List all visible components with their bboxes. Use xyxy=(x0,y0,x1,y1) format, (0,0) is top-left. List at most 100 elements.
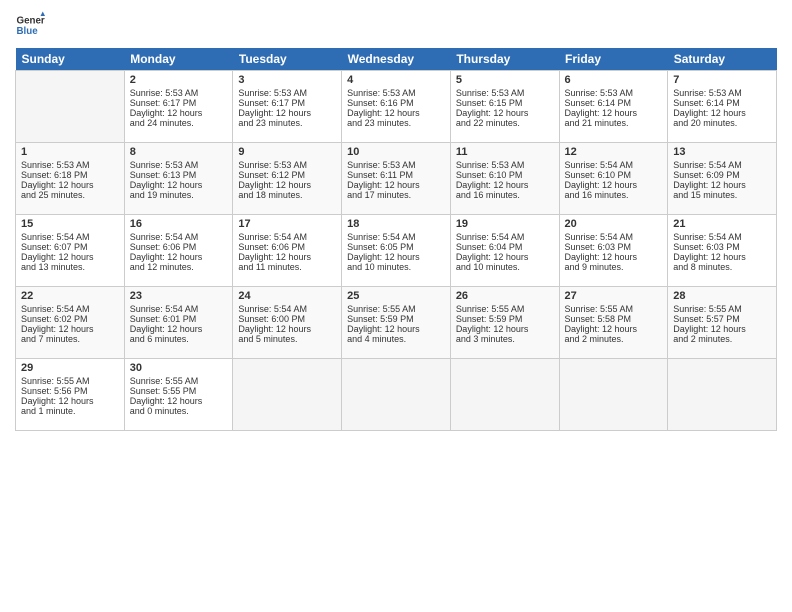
calendar-cell: 12Sunrise: 5:54 AMSunset: 6:10 PMDayligh… xyxy=(559,143,668,215)
day-info: Sunrise: 5:53 AM xyxy=(456,160,554,170)
day-info: and 16 minutes. xyxy=(456,190,554,200)
day-info: Sunrise: 5:54 AM xyxy=(130,304,228,314)
day-info: Sunset: 6:06 PM xyxy=(238,242,336,252)
calendar-cell: 13Sunrise: 5:54 AMSunset: 6:09 PMDayligh… xyxy=(668,143,777,215)
day-number: 27 xyxy=(565,290,663,302)
day-info: Daylight: 12 hours xyxy=(456,180,554,190)
day-info: Sunset: 6:18 PM xyxy=(21,170,119,180)
day-info: Daylight: 12 hours xyxy=(130,252,228,262)
day-info: Sunset: 6:11 PM xyxy=(347,170,445,180)
col-header-wednesday: Wednesday xyxy=(342,48,451,71)
day-info: Sunrise: 5:53 AM xyxy=(673,88,771,98)
day-number: 9 xyxy=(238,146,336,158)
day-number: 23 xyxy=(130,290,228,302)
day-number: 25 xyxy=(347,290,445,302)
day-info: and 8 minutes. xyxy=(673,262,771,272)
day-info: Sunrise: 5:54 AM xyxy=(238,232,336,242)
header: General Blue xyxy=(15,10,777,40)
day-info: Daylight: 12 hours xyxy=(238,180,336,190)
calendar-cell xyxy=(559,359,668,431)
day-info: Sunrise: 5:54 AM xyxy=(565,160,663,170)
calendar-cell: 4Sunrise: 5:53 AMSunset: 6:16 PMDaylight… xyxy=(342,71,451,143)
day-info: Sunset: 5:58 PM xyxy=(565,314,663,324)
day-info: and 11 minutes. xyxy=(238,262,336,272)
day-info: Sunrise: 5:54 AM xyxy=(130,232,228,242)
calendar-cell: 27Sunrise: 5:55 AMSunset: 5:58 PMDayligh… xyxy=(559,287,668,359)
day-info: Daylight: 12 hours xyxy=(565,180,663,190)
day-info: Sunset: 6:07 PM xyxy=(21,242,119,252)
day-info: Daylight: 12 hours xyxy=(238,324,336,334)
calendar-cell: 21Sunrise: 5:54 AMSunset: 6:03 PMDayligh… xyxy=(668,215,777,287)
day-number: 7 xyxy=(673,74,771,86)
day-info: and 21 minutes. xyxy=(565,118,663,128)
day-info: Daylight: 12 hours xyxy=(456,108,554,118)
day-info: Sunset: 6:16 PM xyxy=(347,98,445,108)
day-info: Sunset: 6:01 PM xyxy=(130,314,228,324)
day-info: Daylight: 12 hours xyxy=(130,108,228,118)
day-info: Daylight: 12 hours xyxy=(130,180,228,190)
day-number: 20 xyxy=(565,218,663,230)
day-info: Daylight: 12 hours xyxy=(673,252,771,262)
day-number: 10 xyxy=(347,146,445,158)
calendar-cell: 6Sunrise: 5:53 AMSunset: 6:14 PMDaylight… xyxy=(559,71,668,143)
day-info: Daylight: 12 hours xyxy=(130,396,228,406)
day-info: Daylight: 12 hours xyxy=(673,108,771,118)
calendar-cell xyxy=(668,359,777,431)
day-number: 4 xyxy=(347,74,445,86)
calendar-cell xyxy=(16,71,125,143)
svg-text:Blue: Blue xyxy=(17,26,39,37)
day-number: 30 xyxy=(130,362,228,374)
day-info: Daylight: 12 hours xyxy=(21,324,119,334)
day-info: Sunrise: 5:54 AM xyxy=(21,304,119,314)
day-info: Daylight: 12 hours xyxy=(347,252,445,262)
day-info: Sunset: 6:05 PM xyxy=(347,242,445,252)
day-info: and 6 minutes. xyxy=(130,334,228,344)
day-info: and 5 minutes. xyxy=(238,334,336,344)
calendar-cell: 16Sunrise: 5:54 AMSunset: 6:06 PMDayligh… xyxy=(124,215,233,287)
day-info: and 25 minutes. xyxy=(21,190,119,200)
calendar-table: SundayMondayTuesdayWednesdayThursdayFrid… xyxy=(15,48,777,431)
day-info: and 0 minutes. xyxy=(130,406,228,416)
day-info: Daylight: 12 hours xyxy=(456,324,554,334)
day-info: Sunset: 6:04 PM xyxy=(456,242,554,252)
day-info: Daylight: 12 hours xyxy=(565,324,663,334)
day-info: Sunrise: 5:55 AM xyxy=(347,304,445,314)
calendar-cell: 11Sunrise: 5:53 AMSunset: 6:10 PMDayligh… xyxy=(450,143,559,215)
day-info: Sunset: 6:15 PM xyxy=(456,98,554,108)
day-info: and 12 minutes. xyxy=(130,262,228,272)
day-info: Sunset: 6:00 PM xyxy=(238,314,336,324)
day-info: Daylight: 12 hours xyxy=(347,180,445,190)
day-info: Sunrise: 5:54 AM xyxy=(347,232,445,242)
week-row-1: 1Sunrise: 5:53 AMSunset: 6:18 PMDaylight… xyxy=(16,143,777,215)
calendar-cell: 18Sunrise: 5:54 AMSunset: 6:05 PMDayligh… xyxy=(342,215,451,287)
day-info: Daylight: 12 hours xyxy=(238,108,336,118)
col-header-sunday: Sunday xyxy=(16,48,125,71)
day-info: Sunrise: 5:53 AM xyxy=(565,88,663,98)
day-info: Sunset: 6:12 PM xyxy=(238,170,336,180)
calendar-cell: 20Sunrise: 5:54 AMSunset: 6:03 PMDayligh… xyxy=(559,215,668,287)
day-info: Sunrise: 5:53 AM xyxy=(347,160,445,170)
day-info: and 2 minutes. xyxy=(673,334,771,344)
calendar-cell: 9Sunrise: 5:53 AMSunset: 6:12 PMDaylight… xyxy=(233,143,342,215)
day-number: 8 xyxy=(130,146,228,158)
calendar-cell xyxy=(450,359,559,431)
day-info: Sunrise: 5:54 AM xyxy=(565,232,663,242)
day-number: 3 xyxy=(238,74,336,86)
day-info: Sunset: 6:09 PM xyxy=(673,170,771,180)
col-header-monday: Monday xyxy=(124,48,233,71)
calendar-cell: 3Sunrise: 5:53 AMSunset: 6:17 PMDaylight… xyxy=(233,71,342,143)
day-info: Sunset: 6:14 PM xyxy=(565,98,663,108)
day-info: Daylight: 12 hours xyxy=(347,108,445,118)
day-info: and 15 minutes. xyxy=(673,190,771,200)
calendar-cell: 19Sunrise: 5:54 AMSunset: 6:04 PMDayligh… xyxy=(450,215,559,287)
day-info: and 10 minutes. xyxy=(456,262,554,272)
day-number: 13 xyxy=(673,146,771,158)
calendar-cell: 22Sunrise: 5:54 AMSunset: 6:02 PMDayligh… xyxy=(16,287,125,359)
day-info: Sunrise: 5:55 AM xyxy=(130,376,228,386)
day-info: and 18 minutes. xyxy=(238,190,336,200)
day-number: 12 xyxy=(565,146,663,158)
calendar-cell: 15Sunrise: 5:54 AMSunset: 6:07 PMDayligh… xyxy=(16,215,125,287)
day-info: and 3 minutes. xyxy=(456,334,554,344)
calendar-cell: 24Sunrise: 5:54 AMSunset: 6:00 PMDayligh… xyxy=(233,287,342,359)
logo: General Blue xyxy=(15,10,45,40)
